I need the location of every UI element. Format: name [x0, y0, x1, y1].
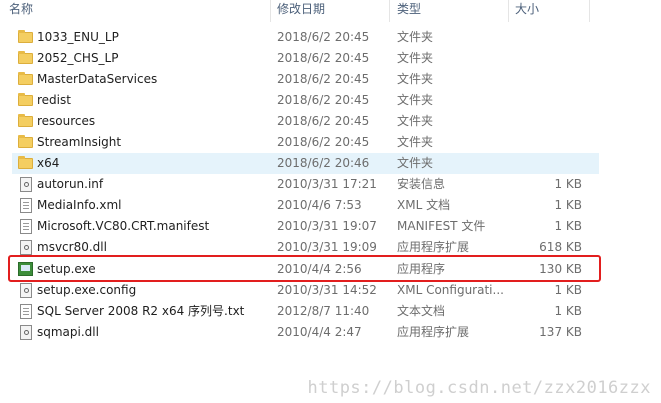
file-size	[510, 132, 582, 153]
file-name: redist	[37, 93, 71, 107]
document-icon	[20, 304, 32, 319]
file-row[interactable]: 2052_CHS_LP 2018/6/2 20:45 文件夹	[0, 48, 661, 69]
file-type: 文件夹	[397, 156, 434, 170]
column-divider[interactable]	[508, 0, 509, 22]
file-name: autorun.inf	[37, 177, 104, 191]
file-name: MediaInfo.xml	[37, 198, 122, 212]
column-divider[interactable]	[270, 0, 271, 22]
file-name: sqmapi.dll	[37, 325, 99, 339]
file-name: 1033_ENU_LP	[37, 30, 119, 44]
folder-icon	[18, 72, 33, 85]
file-size	[510, 48, 582, 69]
watermark-text: https://blog.csdn.net/zzx2016zzx	[307, 378, 651, 398]
file-row[interactable]: SQL Server 2008 R2 x64 序列号.txt 2012/8/7 …	[0, 301, 661, 322]
file-row[interactable]: StreamInsight 2018/6/2 20:45 文件夹	[0, 132, 661, 153]
file-type: XML 文档	[397, 198, 451, 212]
folder-icon	[18, 93, 33, 106]
file-row[interactable]: redist 2018/6/2 20:45 文件夹	[0, 90, 661, 111]
file-row[interactable]: MediaInfo.xml 2010/4/6 7:53 XML 文档 1 KB	[0, 195, 661, 216]
file-name: resources	[37, 114, 96, 128]
document-icon	[20, 219, 32, 234]
file-type: 文件夹	[397, 135, 434, 149]
column-header-size[interactable]: 大小	[511, 0, 589, 22]
file-type: 文件夹	[397, 114, 434, 128]
column-header-date[interactable]: 修改日期	[273, 0, 388, 22]
file-date: 2010/3/31 17:21	[277, 177, 377, 191]
file-date: 2018/6/2 20:45	[277, 30, 370, 44]
folder-icon	[18, 51, 33, 64]
file-row[interactable]: sqmapi.dll 2010/4/4 2:47 应用程序扩展 137 KB	[0, 322, 661, 343]
file-type: 文件夹	[397, 30, 434, 44]
file-size: 1 KB	[554, 198, 582, 212]
file-size	[510, 69, 582, 90]
file-type: 应用程序扩展	[397, 325, 470, 339]
file-size	[510, 27, 582, 48]
file-size	[510, 153, 582, 174]
folder-icon	[18, 156, 33, 169]
highlight-box	[8, 255, 601, 282]
column-header-bar: 名称 修改日期 类型 大小	[0, 0, 661, 22]
file-name: SQL Server 2008 R2 x64 序列号.txt	[37, 304, 245, 318]
file-row[interactable]: setup.exe.config 2010/3/31 14:52 XML Con…	[0, 280, 661, 301]
file-type: 文本文档	[397, 304, 446, 318]
file-row[interactable]: resources 2018/6/2 20:45 文件夹	[0, 111, 661, 132]
file-size	[510, 90, 582, 111]
column-header-name[interactable]: 名称	[5, 0, 270, 22]
file-date: 2018/6/2 20:46	[277, 156, 370, 170]
file-date: 2012/8/7 11:40	[277, 304, 370, 318]
file-type: 文件夹	[397, 72, 434, 86]
file-date: 2018/6/2 20:45	[277, 51, 370, 65]
file-name: 2052_CHS_LP	[37, 51, 119, 65]
file-date: 2018/6/2 20:45	[277, 72, 370, 86]
column-divider[interactable]	[389, 0, 390, 22]
file-row[interactable]: Microsoft.VC80.CRT.manifest 2010/3/31 19…	[0, 216, 661, 237]
file-type: 文件夹	[397, 51, 434, 65]
config-file-icon	[20, 283, 32, 298]
file-date: 2010/4/4 2:47	[277, 325, 362, 339]
file-name: x64	[37, 156, 60, 170]
folder-icon	[18, 30, 33, 43]
file-type: MANIFEST 文件	[397, 219, 486, 233]
file-date: 2018/6/2 20:45	[277, 93, 370, 107]
folder-icon	[18, 135, 33, 148]
column-header-type[interactable]: 类型	[393, 0, 508, 22]
folder-icon	[18, 114, 33, 127]
file-type: 文件夹	[397, 93, 434, 107]
file-size: 137 KB	[539, 325, 582, 339]
file-type: 安装信息	[397, 177, 446, 191]
file-row[interactable]: MasterDataServices 2018/6/2 20:45 文件夹	[0, 69, 661, 90]
file-date: 2010/4/6 7:53	[277, 198, 362, 212]
column-divider[interactable]	[589, 0, 590, 22]
file-date: 2010/3/31 19:07	[277, 219, 377, 233]
file-row[interactable]: autorun.inf 2010/3/31 17:21 安装信息 1 KB	[0, 174, 661, 195]
document-icon	[20, 198, 32, 213]
file-name: MasterDataServices	[37, 72, 158, 86]
file-row-selected[interactable]: x64 2018/6/2 20:46 文件夹	[12, 153, 599, 174]
file-size: 1 KB	[554, 283, 582, 297]
dll-icon	[20, 325, 32, 340]
file-name: setup.exe.config	[37, 283, 137, 297]
file-size: 1 KB	[554, 219, 582, 233]
file-name: StreamInsight	[37, 135, 122, 149]
dll-icon	[20, 240, 32, 255]
settings-file-icon	[20, 177, 32, 192]
file-name: Microsoft.VC80.CRT.manifest	[37, 219, 210, 233]
file-type: XML Configurati...	[397, 283, 504, 297]
file-size: 1 KB	[554, 177, 582, 191]
file-date: 2018/6/2 20:45	[277, 114, 370, 128]
file-row[interactable]: 1033_ENU_LP 2018/6/2 20:45 文件夹	[0, 27, 661, 48]
file-size: 1 KB	[554, 304, 582, 318]
file-date: 2018/6/2 20:45	[277, 135, 370, 149]
file-size	[510, 111, 582, 132]
file-date: 2010/3/31 14:52	[277, 283, 377, 297]
